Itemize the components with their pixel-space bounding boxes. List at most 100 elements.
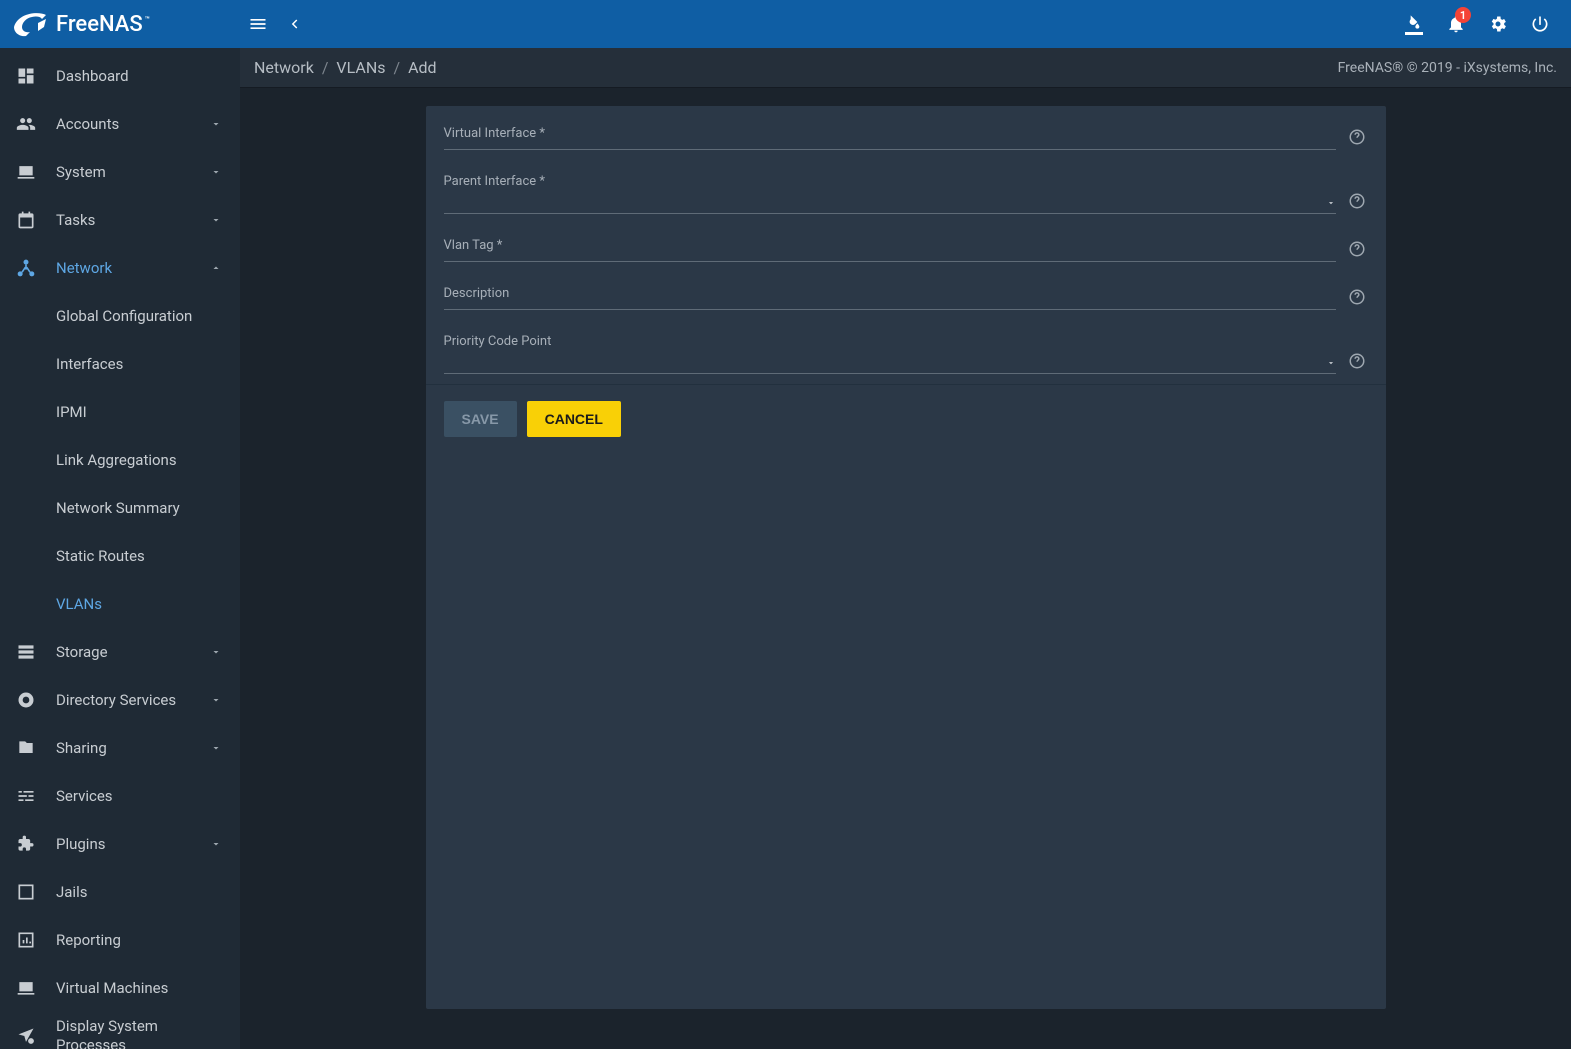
- sidebar-item-plugins[interactable]: Plugins: [0, 820, 240, 868]
- nav-label: Plugins: [56, 835, 210, 853]
- crumb-add[interactable]: Add: [408, 58, 436, 77]
- notifications-badge: 1: [1455, 7, 1471, 23]
- nav-label: Interfaces: [56, 355, 226, 373]
- chevron-left-icon: [285, 15, 303, 33]
- menu-toggle-button[interactable]: [240, 6, 276, 42]
- sidebar-item-static-routes[interactable]: Static Routes: [0, 532, 240, 580]
- shark-logo-icon: [12, 9, 48, 39]
- dropdown-arrow-icon: [1326, 198, 1336, 208]
- reporting-icon: [14, 930, 38, 950]
- save-button[interactable]: SAVE: [444, 401, 517, 437]
- menu-icon: [248, 14, 268, 34]
- crumb-vlans[interactable]: VLANs: [336, 58, 385, 77]
- storage-icon: [14, 642, 38, 662]
- nav-label: Accounts: [56, 115, 210, 133]
- brand-name: FreeNAS: [56, 12, 143, 37]
- pcp-label: Priority Code Point: [444, 334, 1336, 355]
- settings-button[interactable]: [1477, 3, 1519, 45]
- chevron-up-icon: [210, 262, 226, 274]
- processes-icon: [14, 1026, 38, 1046]
- system-icon: [14, 162, 38, 182]
- description-label: Description: [444, 286, 1336, 307]
- services-icon: [14, 786, 38, 806]
- sidebar-item-vlans[interactable]: VLANs: [0, 580, 240, 628]
- vlan-tag-label: Vlan Tag *: [444, 238, 1336, 259]
- nav-label: Network: [56, 259, 210, 277]
- chevron-down-icon: [210, 838, 226, 850]
- sidebar-item-directory-services[interactable]: Directory Services: [0, 676, 240, 724]
- sidebar-item-storage[interactable]: Storage: [0, 628, 240, 676]
- vm-icon: [14, 978, 38, 998]
- breadcrumb: Network / VLANs / Add: [254, 58, 437, 77]
- virtual-interface-label: Virtual Interface *: [444, 126, 1336, 147]
- sidebar-item-ipmi[interactable]: IPMI: [0, 388, 240, 436]
- nav-label: IPMI: [56, 403, 226, 421]
- help-icon[interactable]: [1346, 126, 1368, 148]
- sidebar-item-display-processes[interactable]: Display System Processes: [0, 1012, 240, 1049]
- description-field[interactable]: Description: [444, 286, 1336, 310]
- breadcrumb-bar: Network / VLANs / Add FreeNAS® © 2019 - …: [240, 48, 1571, 88]
- form-actions: SAVE CANCEL: [444, 401, 1368, 437]
- chevron-down-icon: [210, 742, 226, 754]
- brand-tm: ™: [145, 15, 150, 24]
- sidebar-item-sharing[interactable]: Sharing: [0, 724, 240, 772]
- virtual-interface-field[interactable]: Virtual Interface *: [444, 126, 1336, 150]
- nav-label: Sharing: [56, 739, 210, 757]
- nav-label: Link Aggregations: [56, 451, 226, 469]
- chevron-down-icon: [210, 694, 226, 706]
- crumb-sep: /: [322, 58, 329, 77]
- nav-label: Dashboard: [56, 67, 226, 85]
- sidebar-item-tasks[interactable]: Tasks: [0, 196, 240, 244]
- chevron-down-icon: [210, 214, 226, 226]
- gear-icon: [1488, 14, 1508, 34]
- sidebar-item-dashboard[interactable]: Dashboard: [0, 52, 240, 100]
- sidebar: Dashboard Accounts System Tasks Network …: [0, 48, 240, 1049]
- divider: [426, 384, 1386, 385]
- cancel-button[interactable]: CANCEL: [527, 401, 621, 437]
- sidebar-item-interfaces[interactable]: Interfaces: [0, 340, 240, 388]
- nav-label: Global Configuration: [56, 307, 226, 325]
- sidebar-item-network-summary[interactable]: Network Summary: [0, 484, 240, 532]
- brand: FreeNAS™: [0, 0, 240, 48]
- sidebar-item-accounts[interactable]: Accounts: [0, 100, 240, 148]
- help-icon[interactable]: [1346, 190, 1368, 212]
- sidebar-item-services[interactable]: Services: [0, 772, 240, 820]
- directory-icon: [14, 690, 38, 710]
- nav-label: Tasks: [56, 211, 210, 229]
- help-icon[interactable]: [1346, 238, 1368, 260]
- chevron-down-icon: [210, 118, 226, 130]
- sidebar-item-jails[interactable]: Jails: [0, 868, 240, 916]
- power-button[interactable]: [1519, 3, 1561, 45]
- chevron-down-icon: [210, 646, 226, 658]
- sidebar-item-reporting[interactable]: Reporting: [0, 916, 240, 964]
- notifications-button[interactable]: 1: [1435, 3, 1477, 45]
- sidebar-item-global-configuration[interactable]: Global Configuration: [0, 292, 240, 340]
- parent-interface-field[interactable]: Parent Interface *: [444, 174, 1336, 214]
- crumb-network[interactable]: Network: [254, 58, 314, 77]
- nav-label: Jails: [56, 883, 226, 901]
- sidebar-item-system[interactable]: System: [0, 148, 240, 196]
- pcp-field[interactable]: Priority Code Point: [444, 334, 1336, 374]
- theme-icon: [1405, 14, 1423, 35]
- help-icon[interactable]: [1346, 286, 1368, 308]
- vlan-tag-field[interactable]: Vlan Tag *: [444, 238, 1336, 262]
- tasks-icon: [14, 210, 38, 230]
- nav-label: Network Summary: [56, 499, 226, 517]
- sidebar-collapse-button[interactable]: [276, 6, 312, 42]
- nav-label: Static Routes: [56, 547, 226, 565]
- nav-label: Storage: [56, 643, 210, 661]
- nav-label: Display System Processes: [56, 1017, 226, 1049]
- power-icon: [1530, 14, 1550, 34]
- main: Network / VLANs / Add FreeNAS® © 2019 - …: [240, 48, 1571, 1049]
- sidebar-item-network[interactable]: Network: [0, 244, 240, 292]
- accounts-icon: [14, 114, 38, 134]
- nav-label: VLANs: [56, 595, 226, 613]
- sidebar-item-link-aggregations[interactable]: Link Aggregations: [0, 436, 240, 484]
- plugins-icon: [14, 834, 38, 854]
- topbar: FreeNAS™ 1: [0, 0, 1571, 48]
- help-icon[interactable]: [1346, 350, 1368, 372]
- theme-button[interactable]: [1393, 3, 1435, 45]
- sidebar-item-virtual-machines[interactable]: Virtual Machines: [0, 964, 240, 1012]
- nav-label: Virtual Machines: [56, 979, 226, 997]
- crumb-sep: /: [393, 58, 400, 77]
